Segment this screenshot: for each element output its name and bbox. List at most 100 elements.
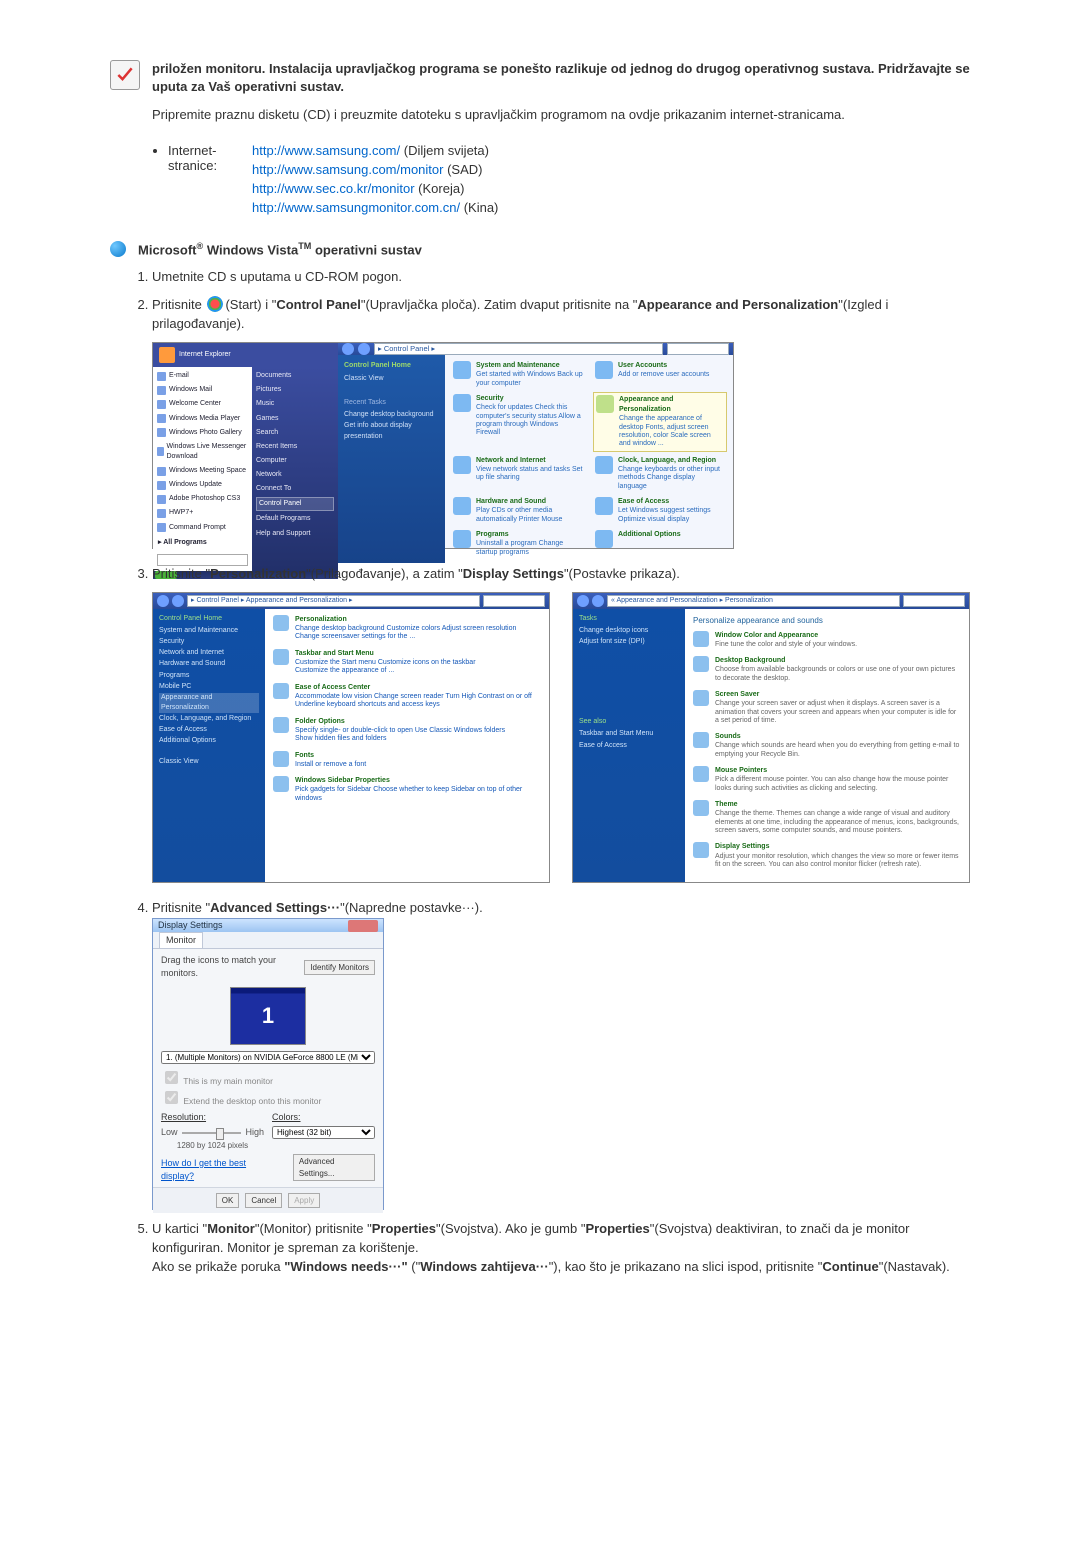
cp-search-input[interactable] (903, 595, 965, 607)
pz-row-title[interactable]: Sounds (715, 732, 961, 742)
pz-row-title[interactable]: Screen Saver (715, 690, 961, 700)
best-display-help-link[interactable]: How do I get the best display? (153, 1153, 285, 1187)
side-seealso-item[interactable]: Ease of Access (579, 741, 679, 751)
nav-back-icon[interactable] (157, 595, 169, 607)
cat-title[interactable]: Additional Options (618, 530, 681, 540)
cp-side-classic[interactable]: Classic View (344, 374, 439, 384)
side-classic-view[interactable]: Classic View (159, 757, 259, 767)
apply-button[interactable]: Apply (288, 1193, 320, 1209)
pz-row-display-settings[interactable]: Display Settings (715, 842, 961, 852)
address-bar[interactable]: « Appearance and Personalization ▸ Perso… (607, 595, 900, 607)
start-left-item[interactable]: Adobe Photoshop CS3 (169, 494, 240, 504)
cat-title[interactable]: System and Maintenance (476, 361, 583, 371)
start-left-item[interactable]: Windows Photo Gallery (169, 428, 242, 438)
start-left-item[interactable]: Windows Meeting Space (169, 466, 246, 476)
nav-back-icon[interactable] (342, 343, 354, 355)
all-programs[interactable]: ▸ All Programs (155, 536, 250, 550)
start-right-item[interactable]: Default Programs (256, 513, 334, 525)
pz-row-title[interactable]: Theme (715, 800, 961, 810)
start-right-item[interactable]: Help and Support (256, 528, 334, 540)
advanced-settings-button[interactable]: Advanced Settings... (293, 1154, 375, 1181)
cat-title[interactable]: Security (476, 394, 583, 404)
side-cp-home[interactable]: Control Panel Home (159, 614, 259, 624)
cat-appearance-title[interactable]: Appearance and Personalization (619, 395, 724, 415)
cat-desc[interactable]: Uninstall a program Change startup progr… (476, 540, 583, 557)
side-item[interactable]: Additional Options (159, 736, 259, 746)
cat-desc[interactable]: Change keyboards or other input methods … (618, 466, 725, 491)
pz-row-title[interactable]: Mouse Pointers (715, 766, 961, 776)
start-right-item[interactable]: Search (256, 427, 334, 439)
cp-side-recent-item[interactable]: presentation (344, 432, 439, 442)
side-item[interactable]: Hardware and Sound (159, 659, 259, 669)
start-left-item[interactable]: E-mail (169, 371, 189, 381)
cat-desc[interactable]: View network status and tasks Set up fil… (476, 466, 583, 483)
colors-select[interactable]: Highest (32 bit) (272, 1126, 375, 1139)
address-bar[interactable]: ▸ Control Panel ▸ (374, 343, 663, 355)
cat-title[interactable]: Clock, Language, and Region (618, 456, 725, 466)
start-left-item[interactable]: Welcome Center (169, 399, 221, 409)
cancel-button[interactable]: Cancel (245, 1193, 282, 1209)
ok-button[interactable]: OK (216, 1193, 240, 1209)
side-task-item[interactable]: Adjust font size (DPI) (579, 637, 679, 647)
nav-fwd-icon[interactable] (358, 343, 370, 355)
cp-search-input[interactable] (667, 343, 729, 355)
side-item[interactable]: Security (159, 637, 259, 647)
pz-row-title[interactable]: Desktop Background (715, 656, 961, 666)
nav-fwd-icon[interactable] (592, 595, 604, 607)
cat-title[interactable]: User Accounts (618, 361, 709, 371)
cp-side-home[interactable]: Control Panel Home (344, 361, 439, 371)
monitor-preview[interactable]: 1 (230, 987, 306, 1045)
nav-back-icon[interactable] (577, 595, 589, 607)
start-right-item[interactable]: Documents (256, 370, 334, 382)
cat-title[interactable]: Ease of Access (618, 497, 725, 507)
link-samsung-world[interactable]: http://www.samsung.com/ (252, 143, 400, 158)
pz-row-title[interactable]: Ease of Access Center (295, 683, 532, 693)
cat-desc[interactable]: Let Windows suggest settings Optimize vi… (618, 507, 725, 524)
identify-monitors-button[interactable]: Identify Monitors (304, 960, 375, 976)
pz-row-title[interactable]: Window Color and Appearance (715, 631, 857, 641)
resolution-slider[interactable] (182, 1132, 242, 1134)
monitor-select[interactable]: 1. (Multiple Monitors) on NVIDIA GeForce… (161, 1051, 375, 1064)
start-right-item[interactable]: Games (256, 413, 334, 425)
cat-title[interactable]: Hardware and Sound (476, 497, 583, 507)
side-item[interactable]: Clock, Language, and Region (159, 714, 259, 724)
side-seealso-item[interactable]: Taskbar and Start Menu (579, 729, 679, 739)
side-item[interactable]: System and Maintenance (159, 626, 259, 636)
start-right-item[interactable]: Computer (256, 455, 334, 467)
side-task-item[interactable]: Change desktop icons (579, 626, 679, 636)
cat-desc[interactable]: Get started with Windows Back up your co… (476, 371, 583, 388)
cat-desc[interactable]: Check for updates Check this computer's … (476, 404, 583, 438)
pz-row-title[interactable]: Taskbar and Start Menu (295, 649, 476, 659)
link-samsungmonitor-cn[interactable]: http://www.samsungmonitor.com.cn/ (252, 200, 460, 215)
nav-fwd-icon[interactable] (172, 595, 184, 607)
link-sec-kr[interactable]: http://www.sec.co.kr/monitor (252, 181, 415, 196)
link-samsung-monitor[interactable]: http://www.samsung.com/monitor (252, 162, 443, 177)
start-left-item[interactable]: Windows Update (169, 480, 222, 490)
start-right-item[interactable]: Recent Items (256, 441, 334, 453)
address-bar[interactable]: ▸ Control Panel ▸ Appearance and Persona… (187, 595, 480, 607)
start-left-item[interactable]: HWP7+ (169, 508, 193, 518)
start-left-item[interactable]: Windows Media Player (169, 414, 240, 424)
start-right-item[interactable]: Connect To (256, 483, 334, 495)
cat-title[interactable]: Network and Internet (476, 456, 583, 466)
start-right-item[interactable]: Pictures (256, 384, 334, 396)
cat-desc[interactable]: Play CDs or other media automatically Pr… (476, 507, 583, 524)
side-item-appearance[interactable]: Appearance and Personalization (159, 693, 259, 713)
start-left-item[interactable]: Windows Mail (169, 385, 212, 395)
cp-side-recent-item[interactable]: Get info about display (344, 421, 439, 431)
cp-side-recent-item[interactable]: Change desktop background (344, 410, 439, 420)
start-left-item[interactable]: Windows Live Messenger Download (167, 442, 249, 462)
side-item[interactable]: Programs (159, 671, 259, 681)
side-item[interactable]: Network and Internet (159, 648, 259, 658)
cat-desc[interactable]: Change the appearance of desktop Fonts, … (619, 415, 724, 449)
start-left-item[interactable]: Command Prompt (169, 523, 226, 533)
close-icon[interactable] (348, 920, 378, 932)
pz-row-title[interactable]: Folder Options (295, 717, 505, 727)
start-right-item[interactable]: Network (256, 469, 334, 481)
cat-desc[interactable]: Add or remove user accounts (618, 371, 709, 379)
cp-search-input[interactable] (483, 595, 545, 607)
start-right-control-panel[interactable]: Control Panel (256, 497, 334, 511)
cat-title[interactable]: Programs (476, 530, 583, 540)
tab-monitor[interactable]: Monitor (159, 932, 203, 948)
pz-row-title[interactable]: Personalization (295, 615, 516, 625)
